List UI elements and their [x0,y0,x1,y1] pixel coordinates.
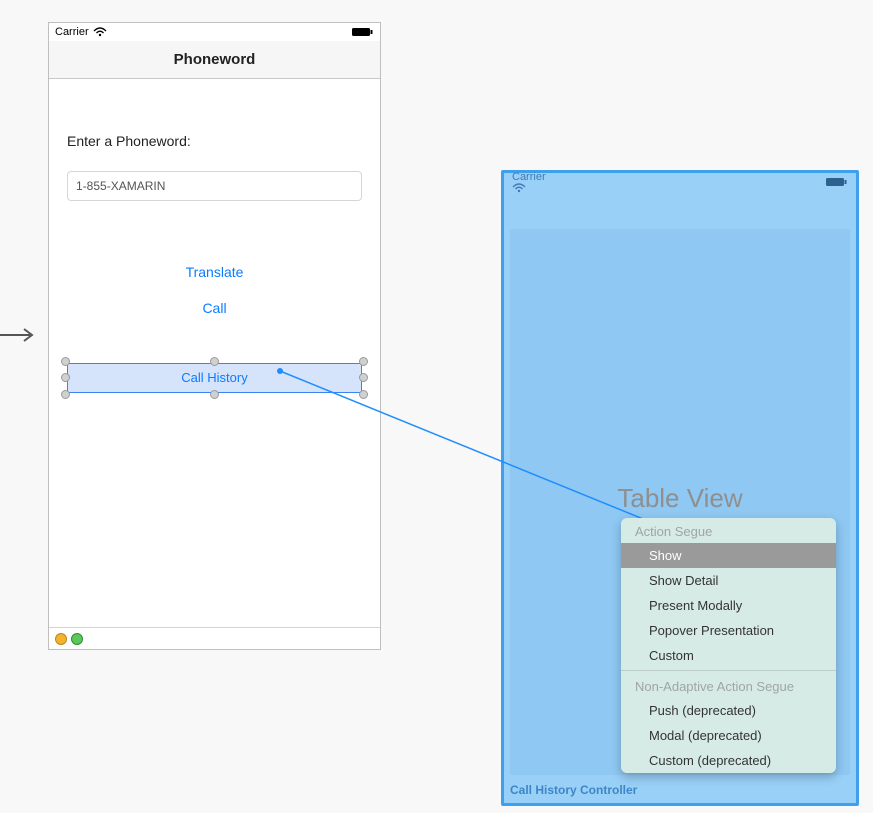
scene-label: Call History Controller [510,783,637,797]
segue-option-present-modally[interactable]: Present Modally [621,593,836,618]
segue-option-custom[interactable]: Custom [621,643,836,668]
segue-popover[interactable]: Action Segue Show Show Detail Present Mo… [621,518,836,773]
resize-handle-icon[interactable] [61,390,70,399]
table-view-placeholder-title: Table View [510,483,850,514]
battery-icon [826,177,848,187]
call-button[interactable]: Call [67,299,362,317]
resize-handle-icon[interactable] [359,390,368,399]
resize-handle-icon[interactable] [359,373,368,382]
wifi-icon [93,27,107,37]
resize-handle-icon[interactable] [359,357,368,366]
segue-option-show[interactable]: Show [621,543,836,568]
carrier-label: Carrier [55,26,89,38]
segue-section-header: Non-Adaptive Action Segue [621,673,836,698]
phoneword-label: Enter a Phoneword: [67,133,362,149]
call-history-button-selection[interactable]: Call History [67,363,362,393]
status-bar: Carrier [49,23,380,41]
phoneword-input[interactable] [67,171,362,201]
carrier-label: Carrier [512,171,546,183]
call-history-button[interactable]: Call History [67,363,362,393]
first-responder-icon[interactable] [55,633,67,645]
nav-title: Phoneword [174,51,256,68]
entry-segue-arrow-icon [0,325,40,345]
nav-bar: Phoneword [49,41,380,79]
segue-option-show-detail[interactable]: Show Detail [621,568,836,593]
battery-icon [352,27,374,37]
translate-button[interactable]: Translate [67,263,362,281]
resize-handle-icon[interactable] [61,357,70,366]
segue-option-modal-deprecated[interactable]: Modal (deprecated) [621,723,836,748]
resize-handle-icon[interactable] [210,357,219,366]
segue-option-push-deprecated[interactable]: Push (deprecated) [621,698,836,723]
resize-handle-icon[interactable] [61,373,70,382]
status-bar: Carrier [504,173,856,191]
wifi-icon [512,183,546,193]
exit-icon[interactable] [71,633,83,645]
segue-option-popover-presentation[interactable]: Popover Presentation [621,618,836,643]
segue-section-header: Action Segue [621,518,836,543]
resize-handle-icon[interactable] [210,390,219,399]
segue-option-custom-deprecated[interactable]: Custom (deprecated) [621,748,836,773]
scene-phoneword[interactable]: Carrier Phoneword Enter a Phoneword: Tra… [48,22,381,650]
scene-dock[interactable] [49,627,380,649]
